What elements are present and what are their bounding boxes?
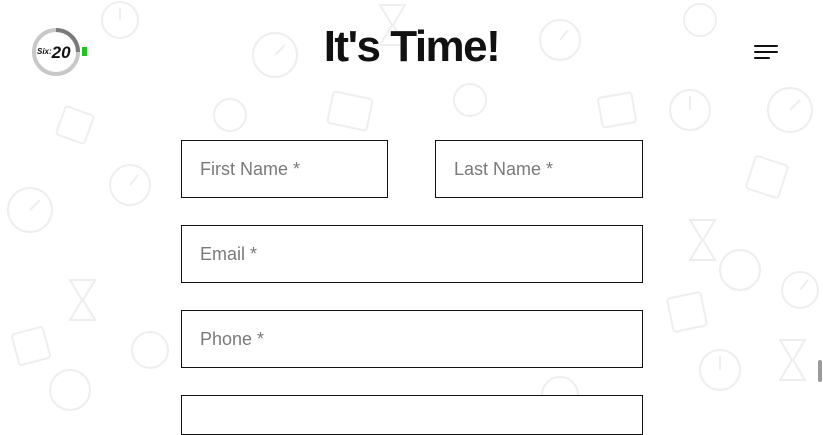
next-form-field[interactable] — [181, 395, 643, 435]
last-name-input[interactable] — [435, 140, 643, 198]
first-name-input[interactable] — [181, 140, 388, 198]
hamburger-menu-icon[interactable] — [752, 42, 782, 62]
phone-input[interactable] — [181, 310, 643, 368]
scrollbar-thumb[interactable] — [818, 360, 822, 382]
page-title: It's Time! — [323, 22, 501, 71]
email-input[interactable] — [181, 225, 643, 283]
